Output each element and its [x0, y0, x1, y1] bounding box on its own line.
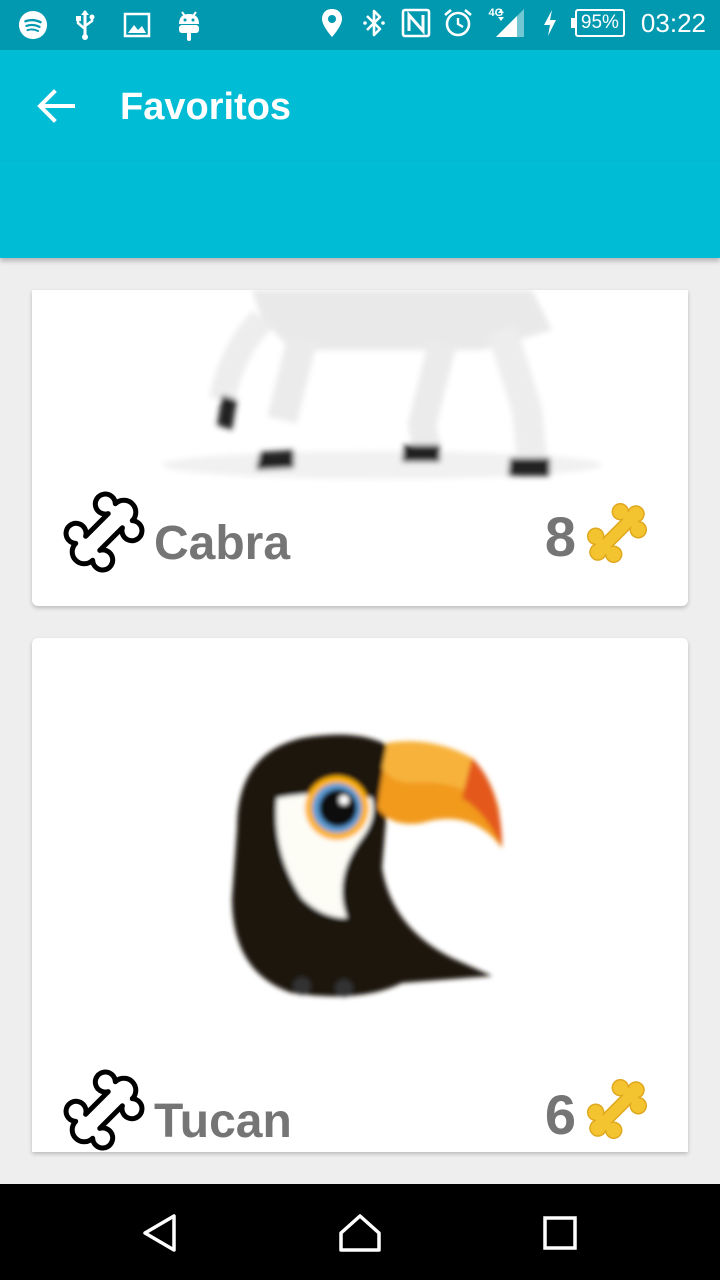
bone-outline-icon[interactable] — [62, 490, 146, 574]
battery-indicator: 95% — [570, 9, 625, 37]
bone-gold-icon — [587, 503, 647, 563]
favorite-card-tucan[interactable]: Tucan 6 — [32, 638, 688, 1152]
network-type-label: 4G — [488, 7, 504, 19]
favorite-score: 8 — [544, 505, 576, 568]
navigation-bar — [0, 1184, 720, 1280]
location-icon — [317, 6, 347, 40]
image-icon — [122, 8, 152, 42]
back-nav-icon — [143, 1214, 176, 1252]
favorite-card-cabra[interactable]: Cabra 8 — [32, 290, 688, 606]
bluetooth-icon — [359, 6, 389, 40]
toucan-image — [232, 734, 502, 997]
app-bar: Favoritos — [0, 50, 720, 162]
status-bar: 4G 95% 03:22 — [0, 0, 720, 50]
back-nav-button[interactable] — [130, 1206, 190, 1260]
home-nav-button[interactable] — [330, 1206, 390, 1260]
bone-outline-icon[interactable] — [62, 1068, 146, 1152]
favorite-name: Tucan — [154, 1095, 292, 1148]
signal-icon: 4G — [485, 6, 529, 40]
back-button[interactable] — [30, 78, 82, 134]
home-nav-icon — [339, 1214, 381, 1252]
android-icon — [174, 8, 204, 42]
app-bar-extension — [0, 162, 720, 258]
bone-gold-icon — [587, 1079, 647, 1139]
favorite-score: 6 — [544, 1083, 576, 1146]
goat-image — [162, 290, 602, 479]
page-title: Favoritos — [120, 86, 292, 128]
nfc-icon — [401, 6, 431, 40]
favorite-name: Cabra — [154, 517, 291, 570]
charging-icon — [541, 6, 559, 40]
recents-nav-button[interactable] — [530, 1206, 590, 1260]
alarm-icon — [443, 6, 473, 40]
usb-icon — [70, 8, 100, 42]
battery-percentage: 95% — [574, 9, 625, 37]
status-clock: 03:22 — [640, 7, 706, 38]
arrow-back-icon — [37, 89, 75, 123]
recents-nav-icon — [543, 1216, 577, 1250]
spotify-icon — [18, 8, 48, 42]
